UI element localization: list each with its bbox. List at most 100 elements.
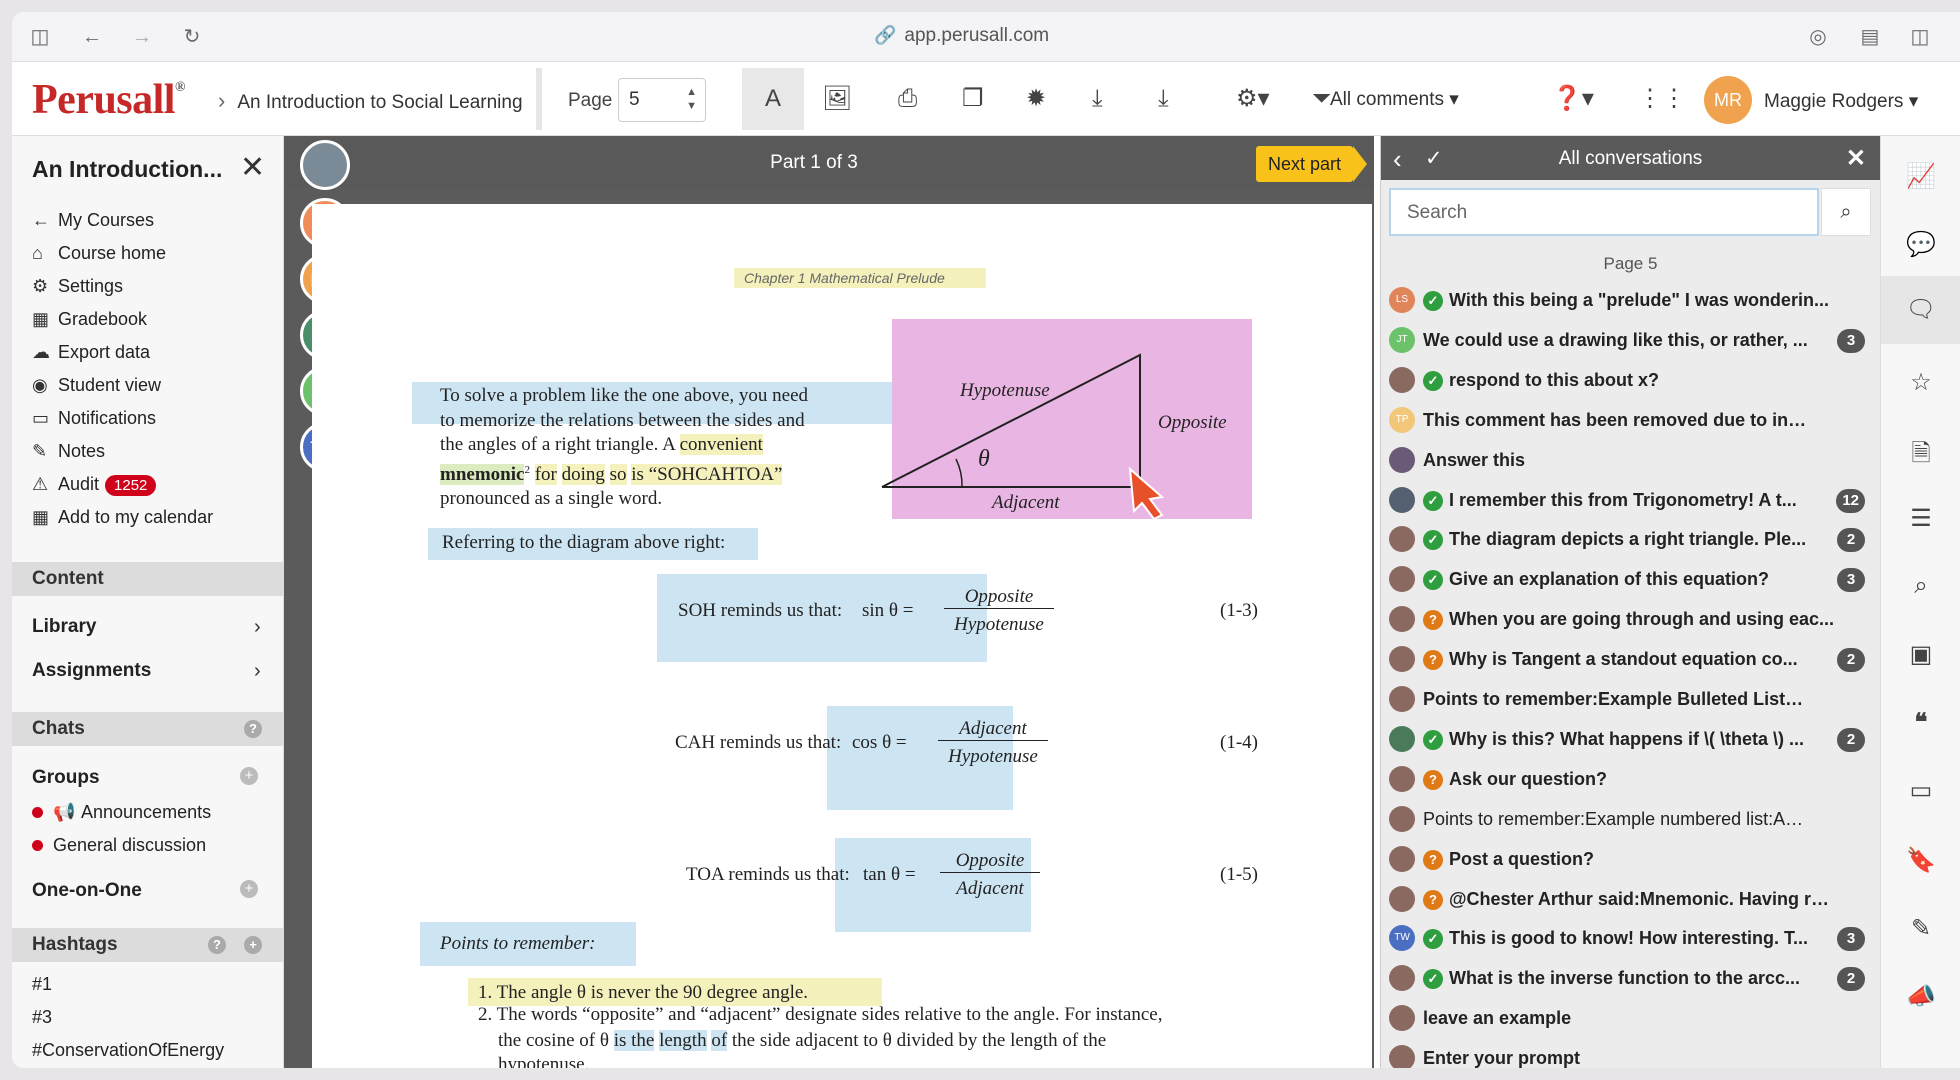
user-menu[interactable]: Maggie Rodgers ▾ — [1764, 90, 1918, 113]
conversation-item[interactable]: ? Why is Tangent a standout equation co..… — [1389, 642, 1873, 678]
highlighted-word[interactable]: so — [609, 463, 627, 485]
referring-line[interactable]: Referring to the diagram above right: — [428, 528, 758, 560]
nav-my-courses[interactable]: ← My Courses — [32, 210, 154, 231]
download-icon[interactable]: ⤓ — [1092, 86, 1103, 112]
address-bar[interactable]: 🔗 app.perusall.com — [874, 25, 1049, 47]
forward-icon[interactable]: → — [130, 25, 154, 49]
add-one-on-one-icon[interactable]: + — [240, 880, 258, 898]
conversation-item[interactable]: Answer this — [1389, 443, 1873, 479]
search-input[interactable]: Search — [1389, 188, 1819, 236]
assignments-link[interactable]: Assignments › — [32, 660, 282, 682]
list-icon[interactable]: ☰ — [1881, 504, 1960, 533]
back-icon[interactable]: ← — [80, 25, 104, 49]
perusall-logo[interactable]: Perusall® — [32, 76, 185, 124]
conversation-item[interactable]: ? When you are going through and using ea… — [1389, 602, 1873, 638]
announcements-chat[interactable]: 📢 Announcements — [32, 802, 211, 823]
point-1[interactable]: 1. The angle θ is never the 90 degree an… — [468, 978, 882, 1006]
help-icon[interactable]: ? — [244, 720, 262, 738]
highlighted-word[interactable]: of — [711, 1030, 728, 1051]
points-to-remember-title[interactable]: Points to remember: — [420, 922, 636, 966]
nav-audit[interactable]: ⚠ Audit 1252 — [32, 474, 157, 496]
document-icon[interactable]: 🗎 — [1881, 436, 1960, 477]
library-link[interactable]: Library › — [32, 616, 282, 638]
print-icon[interactable]: ⎙ — [898, 86, 917, 112]
nav-gradebook[interactable]: ▦ Gradebook — [32, 309, 147, 330]
conversation-item[interactable]: JT We could use a drawing like this, or r… — [1389, 323, 1873, 359]
star-icon[interactable]: ☆ — [1881, 368, 1960, 397]
reader-icon[interactable]: ▤ — [1858, 25, 1882, 49]
breadcrumb[interactable]: › An Introduction to Social Learning — [218, 88, 538, 114]
search-icon[interactable]: ⌕ — [1821, 188, 1871, 236]
general-discussion-chat[interactable]: General discussion — [32, 835, 206, 856]
image-icon[interactable]: 🖼 — [822, 86, 852, 112]
conversation-item[interactable]: ? Post a question? — [1389, 842, 1873, 878]
highlighted-word[interactable]: is the — [613, 1030, 655, 1051]
settings-wheel-icon[interactable]: ✹ — [1026, 86, 1046, 112]
contacts-icon[interactable]: ▣ — [1881, 640, 1960, 669]
gears-icon[interactable]: ⚙▾ — [1236, 86, 1270, 112]
pencil-icon[interactable]: ✎ — [1881, 914, 1960, 943]
apps-grid-icon[interactable]: ⋮⋮ — [1638, 86, 1686, 112]
highlighted-word[interactable]: doing — [561, 463, 605, 485]
highlighted-word[interactable]: length — [659, 1030, 707, 1051]
analytics-icon[interactable]: 📈 — [1881, 162, 1960, 191]
page-number-input[interactable]: 5 ▲ ▼ — [618, 78, 706, 122]
nav-settings[interactable]: ⚙ Settings — [32, 276, 123, 297]
conversation-item[interactable]: ✓ respond to this about x? — [1389, 363, 1873, 399]
document-page[interactable]: Chapter 1 Mathematical Prelude To solve … — [312, 204, 1372, 1068]
conversation-item[interactable]: ✓ The diagram depicts a right triangle. P… — [1389, 522, 1873, 558]
close-icon[interactable]: ✕ — [1846, 144, 1866, 173]
conversation-item[interactable]: Points to remember:Example Bulleted List… — [1389, 682, 1873, 718]
sidebar-toggle-icon[interactable]: ◫ — [28, 25, 52, 49]
nav-notifications[interactable]: ▭ Notifications — [32, 408, 156, 429]
help-icon[interactable]: ❓▾ — [1552, 86, 1594, 112]
conversation-item[interactable]: ✓ Why is this? What happens if \( \theta … — [1389, 722, 1873, 758]
extension-icon[interactable]: ◎ — [1806, 25, 1830, 49]
close-sidebar-icon[interactable]: ✕ — [240, 150, 265, 185]
conversation-item[interactable]: ? @Chester Arthur said:Mnemonic. Having r… — [1389, 882, 1873, 918]
conversation-item[interactable]: ? Ask our question? — [1389, 762, 1873, 798]
conversation-item[interactable]: leave an example — [1389, 1001, 1873, 1037]
nav-export-data[interactable]: ☁ Export data — [32, 342, 150, 363]
comment-filter-dropdown[interactable]: All comments ▾ — [1330, 88, 1459, 111]
quote-icon[interactable]: ❝ — [1881, 708, 1960, 737]
comment-icon[interactable]: 💬 — [1881, 230, 1960, 259]
conversation-item[interactable]: Enter your prompt — [1389, 1041, 1873, 1068]
highlighted-word[interactable]: convenient — [679, 434, 763, 455]
highlighted-word[interactable]: for — [534, 463, 557, 485]
conversation-item[interactable]: Points to remember:Example numbered list… — [1389, 802, 1873, 838]
split-view-icon[interactable]: ◫ — [1908, 25, 1932, 49]
download-comments-icon[interactable]: ⤓ — [1158, 86, 1169, 112]
help-icon[interactable]: ? — [208, 936, 226, 954]
conversation-item[interactable]: TW ✓ This is good to know! How interesting… — [1389, 921, 1873, 957]
next-part-button[interactable]: Next part — [1256, 146, 1368, 182]
stepper-icon[interactable]: ▲ ▼ — [686, 85, 697, 113]
hashtag-item[interactable]: #ConservationOfEnergy — [32, 1040, 224, 1061]
add-group-icon[interactable]: + — [240, 767, 258, 785]
conversation-item[interactable]: ✓ Give an explanation of this equation? 3 — [1389, 562, 1873, 598]
conversation-item[interactable]: ✓ I remember this from Trigonometry! A t.… — [1389, 483, 1873, 519]
nav-student-view[interactable]: ◉ Student view — [32, 375, 161, 396]
hashtag-item[interactable]: #3 — [32, 1007, 52, 1028]
inbox-icon[interactable]: ▭ — [1881, 776, 1960, 805]
text-tool-icon[interactable]: A — [742, 68, 804, 130]
megaphone-icon[interactable]: 📣 — [1881, 982, 1960, 1011]
conversation-item[interactable]: TP This comment has been removed due to i… — [1389, 403, 1873, 439]
filter-icon[interactable]: ⏷ — [1312, 86, 1331, 112]
nav-notes[interactable]: ✎ Notes — [32, 441, 105, 462]
avatar[interactable] — [300, 140, 350, 190]
copy-icon[interactable]: ❐ — [962, 86, 984, 112]
nav-add-calendar[interactable]: ▦ Add to my calendar — [32, 507, 213, 528]
highlighted-word[interactable]: is “SOHCAHTOA” — [631, 463, 783, 485]
conversations-icon[interactable]: 🗨 — [1881, 276, 1960, 344]
bookmark-icon[interactable]: 🔖 — [1881, 846, 1960, 875]
add-hashtag-icon[interactable]: + — [244, 936, 262, 954]
highlighted-word[interactable]: mnemonic — [440, 463, 525, 485]
hashtag-item[interactable]: #1 — [32, 974, 52, 995]
conversation-item[interactable]: ✓ What is the inverse function to the arc… — [1389, 961, 1873, 997]
nav-course-home[interactable]: ⌂ Course home — [32, 243, 166, 264]
search-icon[interactable]: ⌕ — [1881, 572, 1960, 600]
user-avatar[interactable]: MR — [1704, 76, 1752, 124]
conversation-item[interactable]: LS ✓ With this being a "prelude" I was won… — [1389, 283, 1873, 319]
reload-icon[interactable]: ↻ — [180, 25, 204, 49]
